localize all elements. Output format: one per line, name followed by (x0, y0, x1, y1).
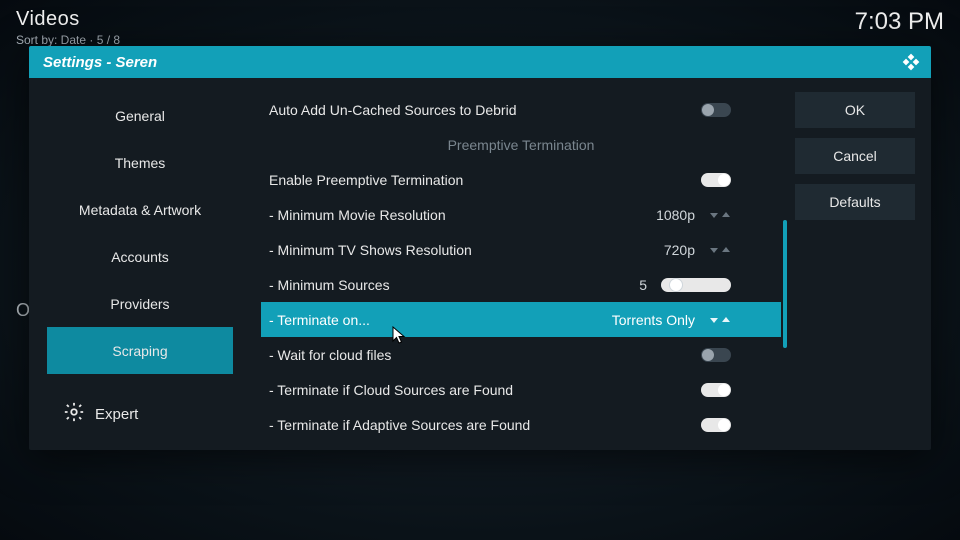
toggle-off-icon[interactable] (701, 348, 731, 362)
slider-control[interactable] (661, 278, 731, 292)
row-enable-preemptive[interactable]: Enable Preemptive Termination (261, 162, 781, 197)
row-auto-add-uncached[interactable]: Auto Add Un-Cached Sources to Debrid (261, 92, 781, 127)
sort-status: Sort by: Date · 5 / 8 (16, 33, 120, 47)
row-terminate-adaptive-found[interactable]: - Terminate if Adaptive Sources are Foun… (261, 407, 781, 442)
clock: 7:03 PM (855, 8, 944, 36)
spinner-arrows-icon[interactable] (709, 315, 731, 325)
row-terminate-cloud-found[interactable]: - Terminate if Cloud Sources are Found (261, 372, 781, 407)
settings-content: Auto Add Un-Cached Sources to Debrid Pre… (233, 92, 787, 450)
sidebar-item-metadata-artwork[interactable]: Metadata & Artwork (47, 186, 233, 233)
sidebar-item-themes[interactable]: Themes (47, 139, 233, 186)
settings-level[interactable]: Expert (47, 391, 233, 450)
dialog-actions: OK Cancel Defaults (787, 92, 931, 450)
gear-icon (63, 401, 85, 428)
toggle-on-icon[interactable] (701, 418, 731, 432)
cancel-button[interactable]: Cancel (795, 138, 915, 174)
toggle-off-icon[interactable] (701, 103, 731, 117)
dialog-title: Settings - Seren (43, 54, 157, 71)
sidebar-item-accounts[interactable]: Accounts (47, 233, 233, 280)
section-preemptive-termination: Preemptive Termination (261, 127, 781, 162)
row-terminate-on[interactable]: - Terminate on... Torrents Only (261, 302, 781, 337)
settings-level-label: Expert (95, 406, 138, 423)
row-min-sources[interactable]: - Minimum Sources 5 (261, 267, 781, 302)
toggle-on-icon[interactable] (701, 383, 731, 397)
sidebar-item-scraping[interactable]: Scraping (47, 327, 233, 374)
row-wait-cloud-files[interactable]: - Wait for cloud files (261, 337, 781, 372)
background-letter: O (16, 300, 30, 321)
screen-title: Videos (16, 8, 120, 31)
spinner-arrows-icon[interactable] (709, 210, 731, 220)
top-bar: Videos Sort by: Date · 5 / 8 7:03 PM (0, 0, 960, 51)
row-min-tv-resolution[interactable]: - Minimum TV Shows Resolution 720p (261, 232, 781, 267)
row-min-movie-resolution[interactable]: - Minimum Movie Resolution 1080p (261, 197, 781, 232)
defaults-button[interactable]: Defaults (795, 184, 915, 220)
category-sidebar: General Themes Metadata & Artwork Accoun… (29, 92, 233, 450)
kodi-logo-icon (901, 52, 921, 72)
ok-button[interactable]: OK (795, 92, 915, 128)
content-scrollbar[interactable] (783, 92, 787, 450)
sidebar-item-providers[interactable]: Providers (47, 280, 233, 327)
scrollbar-thumb[interactable] (783, 220, 787, 348)
toggle-on-icon[interactable] (701, 173, 731, 187)
sidebar-item-general[interactable]: General (47, 92, 233, 139)
settings-dialog: Settings - Seren General Themes Metadata… (29, 46, 931, 450)
spinner-arrows-icon[interactable] (709, 245, 731, 255)
dialog-header: Settings - Seren (29, 46, 931, 78)
